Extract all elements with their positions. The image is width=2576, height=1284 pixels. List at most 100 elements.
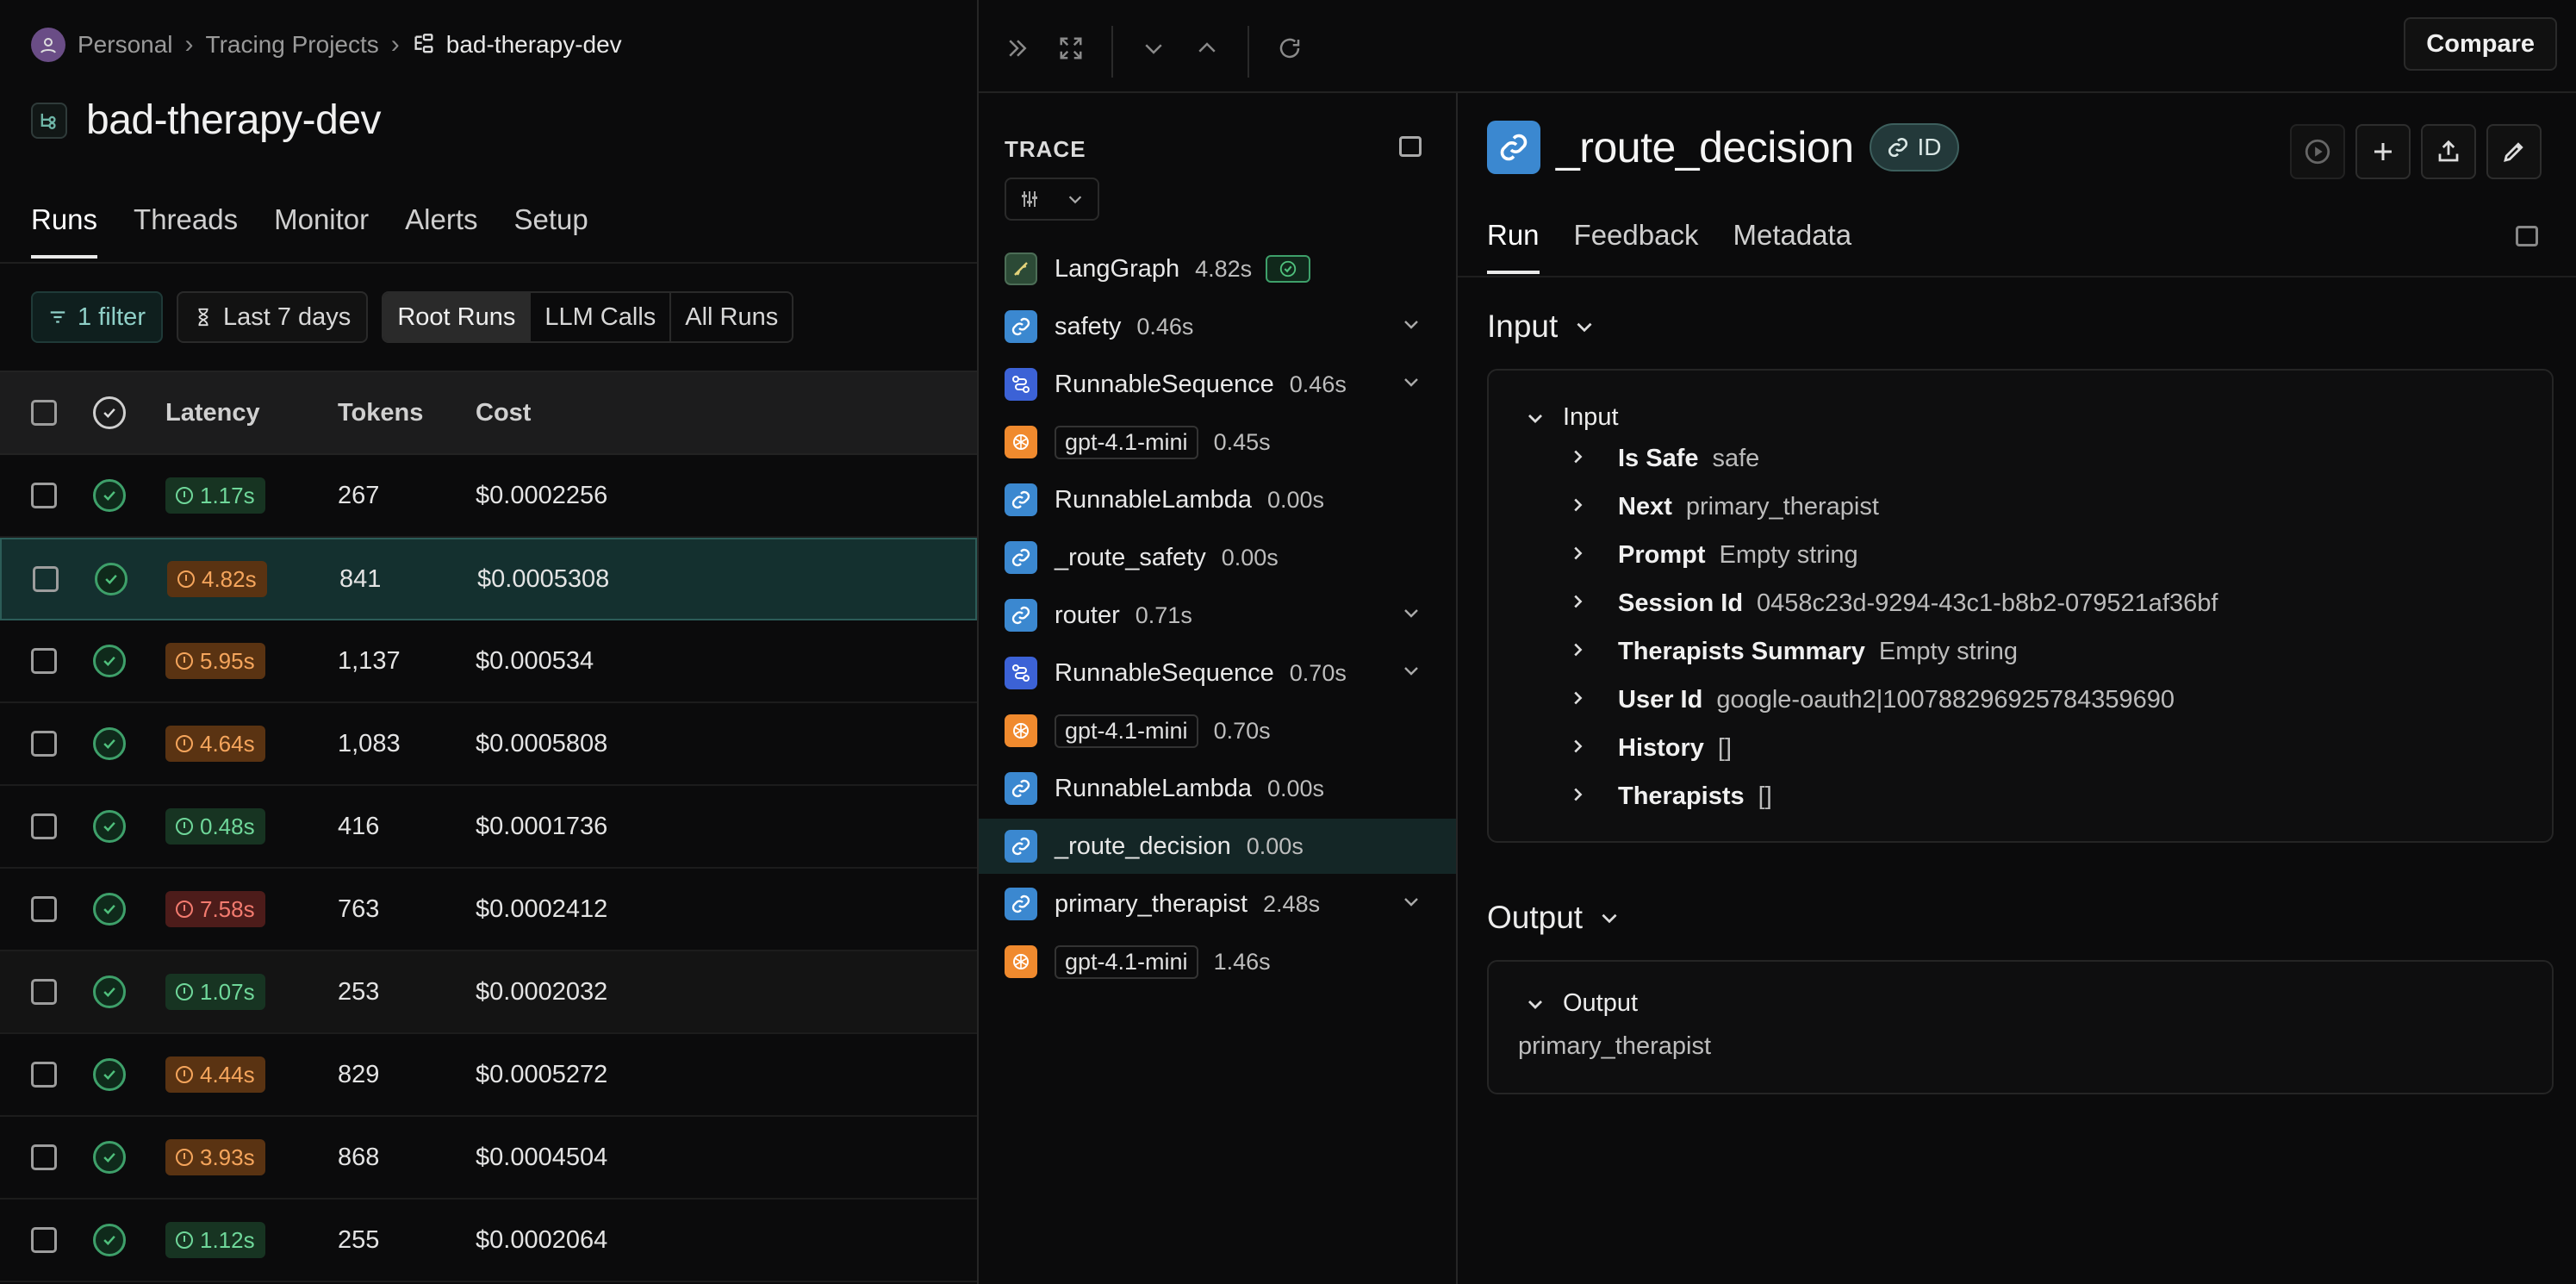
tab-feedback[interactable]: Feedback [1574,219,1699,274]
table-row[interactable]: 4.64s 1,083 $0.0005808 [0,703,977,786]
date-range-button[interactable]: Last 7 days [176,291,369,343]
breadcrumb-section[interactable]: Tracing Projects [206,31,379,59]
divider [0,262,977,264]
refresh-icon[interactable] [1277,35,1303,68]
input-field[interactable]: User Id google-oauth2|1007882969257843596… [1568,686,2175,714]
avatar[interactable] [31,28,65,62]
page-title: bad-therapy-dev [31,97,382,144]
row-checkbox[interactable] [31,731,57,757]
breadcrumb-project[interactable]: bad-therapy-dev [446,31,622,59]
chevron-right-icon[interactable] [1568,735,1587,762]
chevron-down-icon[interactable] [1141,35,1167,68]
sidebar-toggle-icon[interactable] [2516,226,2538,246]
row-checkbox[interactable] [31,1144,57,1170]
trace-node[interactable]: _route_decision 0.00s [979,819,1456,874]
trace-node[interactable]: _route_safety 0.00s [979,530,1456,585]
tab-setup[interactable]: Setup [514,203,588,259]
field-value: [] [1717,734,1733,762]
input-group-toggle[interactable]: Input [1525,403,1619,432]
table-row[interactable]: 7.58s 763 $0.0002412 [0,869,977,951]
trace-node[interactable]: RunnableSequence 0.70s [979,645,1456,701]
trace-node[interactable]: LangGraph 4.82s [979,241,1456,296]
row-checkbox[interactable] [31,979,57,1005]
tab-runs[interactable]: Runs [31,203,98,259]
expand-icon[interactable] [1058,35,1084,68]
edit-button[interactable] [2486,124,2542,179]
copy-id-button[interactable]: ID [1869,123,1959,171]
input-field[interactable]: Therapists Summary Empty string [1568,638,2018,666]
trace-node[interactable]: router 0.71s [979,588,1456,643]
tab-run[interactable]: Run [1487,219,1540,274]
header-tokens[interactable]: Tokens [338,399,476,427]
chevron-up-icon[interactable] [1194,35,1220,68]
row-checkbox[interactable] [31,1062,57,1088]
segment-llm-calls[interactable]: LLM Calls [531,293,672,341]
trace-node[interactable]: RunnableSequence 0.46s [979,357,1456,412]
header-latency[interactable]: Latency [165,399,338,427]
table-row[interactable]: 3.93s 868 $0.0004504 [0,1117,977,1200]
chevron-down-icon[interactable] [1401,371,1422,398]
input-field[interactable]: Session Id 0458c23d-9294-43c1-b8b2-079521… [1568,589,2218,618]
chevron-right-icon[interactable] [1568,687,1587,714]
row-checkbox[interactable] [31,1227,57,1253]
chevron-right-icon[interactable] [1568,542,1587,569]
trace-node[interactable]: gpt-4.1-mini 1.46s [979,934,1456,989]
output-section-toggle[interactable]: Output [1487,900,1621,936]
row-checkbox[interactable] [31,483,57,508]
tab-monitor[interactable]: Monitor [274,203,369,259]
trace-node[interactable]: RunnableLambda 0.00s [979,761,1456,816]
table-row[interactable]: 1.07s 253 $0.0002032 [0,951,977,1034]
header-cost[interactable]: Cost [476,399,977,427]
trace-node[interactable]: primary_therapist 2.48s [979,876,1456,932]
select-all-checkbox[interactable] [31,400,57,426]
row-checkbox[interactable] [33,566,59,592]
table-row[interactable]: 1.12s 255 $0.0002064 [0,1200,977,1282]
trace-node[interactable]: RunnableLambda 0.00s [979,472,1456,527]
table-row[interactable]: 5.95s 1,137 $0.000534 [0,620,977,703]
play-button[interactable] [2290,124,2345,179]
input-field[interactable]: Next primary_therapist [1568,493,1879,521]
output-group-toggle[interactable]: Output [1525,989,1638,1018]
chevron-down-icon[interactable] [1401,891,1422,918]
chevron-down-icon[interactable] [1401,602,1422,629]
chevron-right-icon[interactable] [1568,494,1587,520]
segment-root-runs[interactable]: Root Runs [383,293,532,341]
share-button[interactable] [2421,124,2476,179]
add-button[interactable] [2355,124,2411,179]
trace-node[interactable]: gpt-4.1-mini 0.45s [979,414,1456,470]
chevron-right-icon[interactable] [1568,590,1587,617]
trace-node[interactable]: safety 0.46s [979,299,1456,354]
chevron-right-icon[interactable] [1568,783,1587,810]
tab-alerts[interactable]: Alerts [405,203,477,259]
latency-badge: 5.95s [165,643,265,679]
tab-metadata[interactable]: Metadata [1733,219,1851,274]
filter-button[interactable]: 1 filter [31,291,163,343]
chevron-down-icon[interactable] [1401,660,1422,687]
table-row[interactable]: 4.82s 841 $0.0005308 [0,538,977,620]
collapse-panel-icon[interactable] [1005,35,1030,68]
table-row[interactable]: 0.48s 416 $0.0001736 [0,786,977,869]
project-title: bad-therapy-dev [86,97,382,143]
row-checkbox[interactable] [31,813,57,839]
chevron-right-icon[interactable] [1568,639,1587,665]
input-section-toggle[interactable]: Input [1487,309,1596,345]
row-checkbox[interactable] [31,896,57,922]
input-field[interactable]: Is Safe safe [1568,445,1759,473]
latency-value: 7.58s [200,895,255,922]
input-field[interactable]: Therapists [] [1568,782,1772,811]
table-row[interactable]: 1.17s 267 $0.0002256 [0,455,977,538]
segment-all-runs[interactable]: All Runs [671,293,792,341]
chevron-right-icon[interactable] [1568,446,1587,472]
table-row[interactable]: 4.44s 829 $0.0005272 [0,1034,977,1117]
trace-filter-button[interactable] [1005,178,1099,221]
sidebar-toggle-icon[interactable] [1399,136,1422,157]
chevron-down-icon [1577,322,1592,333]
breadcrumb-workspace[interactable]: Personal [78,31,173,59]
trace-node[interactable]: gpt-4.1-mini 0.70s [979,703,1456,758]
compare-button[interactable]: Compare [2404,17,2557,71]
chevron-down-icon[interactable] [1401,314,1422,340]
input-field[interactable]: Prompt Empty string [1568,541,1858,570]
tab-threads[interactable]: Threads [134,203,238,259]
input-field[interactable]: History [] [1568,734,1732,763]
row-checkbox[interactable] [31,648,57,674]
